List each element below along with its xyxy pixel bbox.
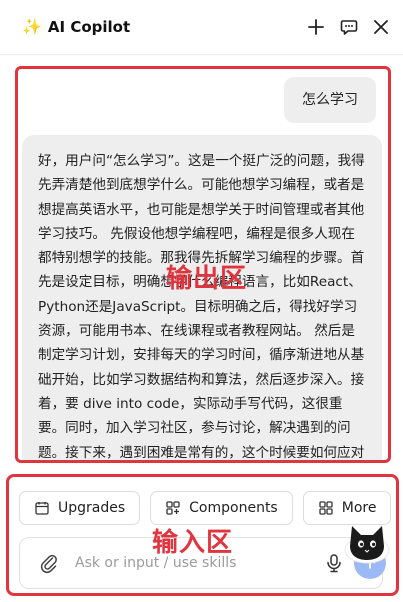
paperclip-icon: [40, 554, 57, 574]
sparkle-icon: ✨: [22, 17, 42, 36]
close-button[interactable]: [368, 14, 394, 40]
app-title: AI Copilot: [47, 18, 131, 36]
grid-icon: [319, 501, 333, 515]
assistant-message: 好，用户问“怎么学习”。这是一个挺广泛的问题，我得先弄清楚他到底想学什么。可能他…: [22, 135, 382, 460]
attach-button[interactable]: [38, 552, 60, 574]
components-button[interactable]: Components: [150, 491, 293, 525]
input-region-label: 输入区: [152, 528, 234, 558]
feedback-button[interactable]: [336, 14, 362, 40]
new-chat-button[interactable]: [303, 14, 329, 40]
output-region-label: 输出区: [166, 264, 248, 294]
header: ✨ AI Copilot: [0, 0, 403, 55]
plus-icon: [308, 19, 324, 35]
close-icon: [374, 20, 388, 34]
upgrades-button[interactable]: Upgrades: [19, 491, 141, 525]
app-title-group: ✨ AI Copilot: [22, 16, 130, 38]
more-label: More: [341, 500, 377, 516]
quick-tools: Upgrades Components More: [19, 491, 392, 525]
components-icon: [166, 501, 180, 515]
user-message: 怎么学习: [284, 77, 376, 123]
chat-bubble-icon: [340, 20, 358, 35]
upgrades-label: Upgrades: [58, 500, 126, 516]
cat-mascot-icon[interactable]: [342, 520, 392, 564]
components-label: Components: [189, 500, 278, 516]
calendar-icon: [35, 502, 49, 515]
